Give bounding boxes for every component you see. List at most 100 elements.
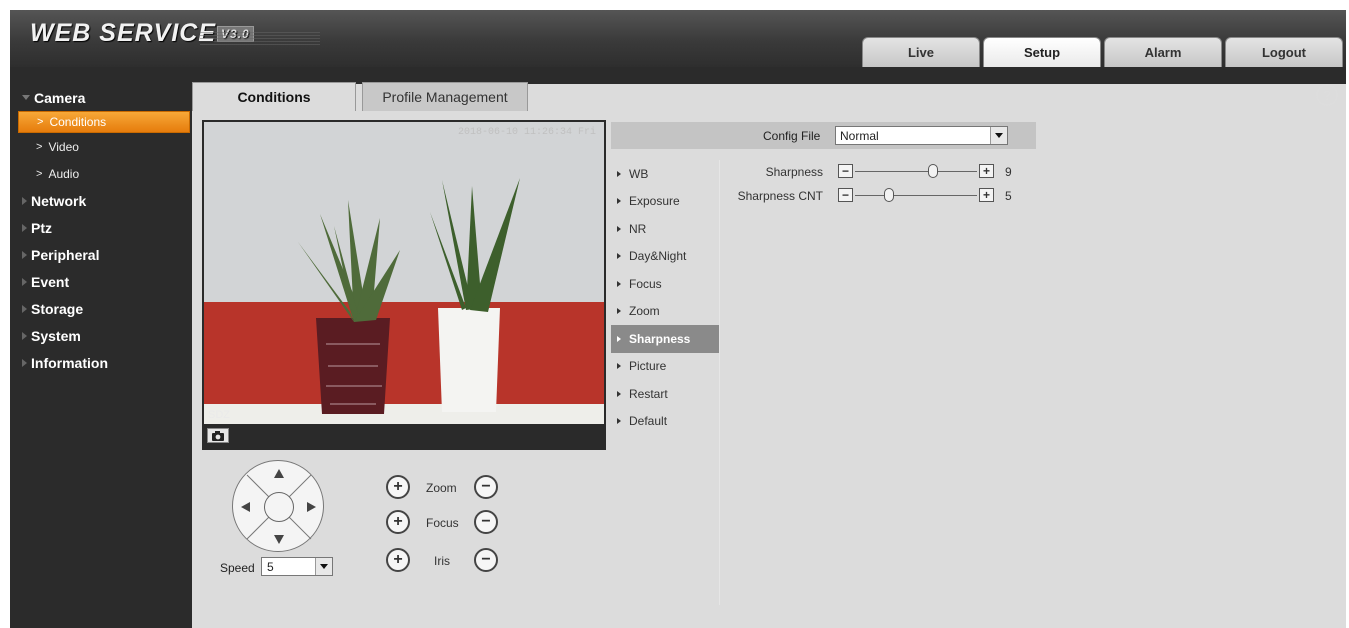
app-header: WEB SERVICEV3.0 Live Setup Alarm Logout <box>10 10 1346 67</box>
menu-item-label: WB <box>629 166 649 181</box>
speed-select[interactable]: 5 <box>261 557 333 576</box>
tab-alarm[interactable]: Alarm <box>1104 37 1222 67</box>
menu-item-day-night[interactable]: Day&Night <box>611 243 719 271</box>
sidebar-group-label: Ptz <box>31 219 52 236</box>
tab-conditions[interactable]: Conditions <box>192 82 356 111</box>
chevron-down-icon[interactable] <box>315 558 332 575</box>
sidebar-group-label: Camera <box>34 89 86 106</box>
config-file-value: Normal <box>840 128 879 143</box>
arrow-right-icon <box>617 198 621 205</box>
menu-item-nr[interactable]: NR <box>611 215 719 243</box>
menu-item-label: NR <box>629 221 647 236</box>
menu-item-focus[interactable]: Focus <box>611 270 719 298</box>
chevron-right-icon: > <box>37 116 44 128</box>
focus-label: Focus <box>426 516 459 530</box>
top-navigation: Live Setup Alarm Logout <box>862 37 1343 67</box>
collapsed-arrow-icon <box>22 277 27 286</box>
video-osd-name: SDZ <box>208 409 230 421</box>
ptz-left-arrow-icon[interactable] <box>241 502 250 512</box>
logo-decoration <box>200 32 320 46</box>
subtabs: Conditions Profile Management <box>192 82 528 111</box>
menu-item-exposure[interactable]: Exposure <box>611 188 719 216</box>
ptz-up-arrow-icon[interactable] <box>274 469 284 478</box>
iris-label: Iris <box>434 554 450 568</box>
sharpness-cnt-track[interactable] <box>855 195 977 196</box>
tab-setup[interactable]: Setup <box>983 37 1101 67</box>
arrow-right-icon <box>617 280 621 287</box>
sidebar-group-storage[interactable]: Storage <box>10 295 192 322</box>
ptz-center-button[interactable] <box>264 492 294 522</box>
sidebar-item-label: Audio <box>48 166 80 181</box>
collapsed-arrow-icon <box>22 223 27 232</box>
focus-far-button[interactable]: − <box>474 510 498 534</box>
sidebar-group-ptz[interactable]: Ptz <box>10 214 192 241</box>
sidebar-group-event[interactable]: Event <box>10 268 192 295</box>
menu-item-default[interactable]: Default <box>611 408 719 436</box>
sharpness-label: Sharpness <box>765 165 823 179</box>
collapsed-arrow-icon <box>22 358 27 367</box>
focus-near-button[interactable]: + <box>386 510 410 534</box>
sidebar-group-camera[interactable]: Camera <box>10 84 192 111</box>
menu-item-label: Focus <box>629 276 662 291</box>
sidebar-item-video[interactable]: > Video <box>10 133 192 160</box>
arrow-right-icon <box>617 225 621 232</box>
tab-profile-management[interactable]: Profile Management <box>362 82 528 111</box>
ptz-right-arrow-icon[interactable] <box>307 502 316 512</box>
menu-item-restart[interactable]: Restart <box>611 380 719 408</box>
sharpness-increase-button[interactable]: + <box>979 164 994 178</box>
arrow-right-icon <box>617 363 621 370</box>
speed-value: 5 <box>267 559 274 574</box>
sharpness-cnt-increase-button[interactable]: + <box>979 188 994 202</box>
sharpness-cnt-slider-thumb[interactable] <box>884 188 895 202</box>
menu-item-picture[interactable]: Picture <box>611 353 719 381</box>
speed-label: Speed <box>220 561 255 575</box>
sidebar-item-conditions[interactable]: > Conditions <box>18 111 190 133</box>
menu-item-zoom[interactable]: Zoom <box>611 298 719 326</box>
sidebar-group-peripheral[interactable]: Peripheral <box>10 241 192 268</box>
arrow-right-icon <box>617 418 621 425</box>
sharpness-cnt-value: 5 <box>1005 189 1012 203</box>
snapshot-button[interactable] <box>207 428 229 443</box>
zoom-label: Zoom <box>426 481 457 495</box>
help-icon[interactable]: ? <box>1316 84 1338 106</box>
ptz-down-arrow-icon[interactable] <box>274 535 284 544</box>
menu-item-label: Zoom <box>629 304 660 319</box>
menu-item-sharpness[interactable]: Sharpness <box>611 325 719 353</box>
iris-close-button[interactable]: − <box>474 548 498 572</box>
sidebar-group-label: Peripheral <box>31 246 100 263</box>
collapsed-arrow-icon <box>22 196 27 205</box>
arrow-right-icon <box>617 390 621 397</box>
sidebar-group-label: Network <box>31 192 87 209</box>
sidebar-group-label: Storage <box>31 300 84 317</box>
zoom-out-button[interactable]: − <box>474 475 498 499</box>
arrow-right-icon <box>617 308 621 315</box>
sidebar-group-label: Event <box>31 273 70 290</box>
sharpness-slider-thumb[interactable] <box>928 164 939 178</box>
sidebar: Camera > Conditions > Video > Audio Netw… <box>10 84 192 628</box>
sidebar-group-system[interactable]: System <box>10 322 192 349</box>
sharpness-decrease-button[interactable]: − <box>838 164 853 178</box>
sidebar-group-information[interactable]: Information <box>10 349 192 376</box>
chevron-down-icon[interactable] <box>990 127 1007 144</box>
sidebar-group-label: Information <box>31 354 108 371</box>
chevron-right-icon: > <box>36 140 43 153</box>
sidebar-item-label: Video <box>48 139 79 154</box>
zoom-in-button[interactable]: + <box>386 475 410 499</box>
tab-live[interactable]: Live <box>862 37 980 67</box>
sharpness-cnt-decrease-button[interactable]: − <box>838 188 853 202</box>
camera-scene-image: 2018-06-10 11:26:34 Fri SDZ <box>204 122 604 424</box>
menu-item-label: Default <box>629 414 668 429</box>
iris-open-button[interactable]: + <box>386 548 410 572</box>
tab-logout[interactable]: Logout <box>1225 37 1343 67</box>
sidebar-group-network[interactable]: Network <box>10 187 192 214</box>
expanded-arrow-icon <box>22 95 30 100</box>
menu-item-wb[interactable]: WB <box>611 160 719 188</box>
config-file-label: Config File <box>763 129 821 143</box>
menu-item-label: Day&Night <box>629 249 687 264</box>
menu-item-label: Sharpness <box>629 331 691 346</box>
arrow-right-icon <box>617 253 621 260</box>
sharpness-track[interactable] <box>855 171 977 172</box>
config-file-select[interactable]: Normal <box>835 126 1008 145</box>
menu-item-label: Restart <box>629 386 668 401</box>
sidebar-item-audio[interactable]: > Audio <box>10 160 192 187</box>
